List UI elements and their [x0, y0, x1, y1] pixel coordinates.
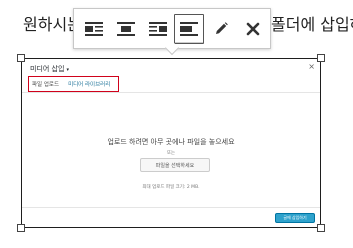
drop-instructions: 업로드 하려면 아무 곳에나 파일을 놓으세요 — [107, 138, 235, 146]
resize-handle-top-right[interactable] — [317, 54, 325, 62]
modal-tabs-highlight: 파일 업로드 미디어 라이브러리 — [28, 76, 119, 92]
editor-canvas: 원하시는 폴더에 삽입하 — [0, 0, 353, 248]
modal-footer-divider — [22, 207, 320, 208]
modal-title: 미디어 삽입 ▾ — [30, 64, 69, 74]
edit-button[interactable] — [206, 14, 236, 44]
selected-image-block[interactable]: 미디어 삽입 ▾ × 파일 업로드 미디어 라이브러리 업로드 하려면 아무 곳에… — [21, 58, 321, 228]
chevron-down-icon: ▾ — [66, 67, 69, 73]
insert-into-post-button: 글에 삽입하기 — [275, 213, 315, 223]
close-icon — [246, 22, 260, 35]
resize-handle-bottom-left[interactable] — [17, 224, 25, 232]
paragraph-text-right: 폴더에 삽입하 — [271, 15, 353, 34]
align-left-icon — [84, 21, 103, 36]
max-upload-size: 최대 업로드 파일 크기: 2 MB. — [142, 185, 200, 190]
modal-close-icon: × — [308, 62, 315, 71]
align-center-icon — [116, 21, 135, 36]
tab-upload-files: 파일 업로드 — [32, 82, 60, 88]
align-right-icon — [148, 21, 167, 36]
align-right-button[interactable] — [143, 14, 173, 44]
align-center-button[interactable] — [111, 14, 141, 44]
resize-handle-top-left[interactable] — [17, 54, 25, 62]
drop-or-text: 또는 — [166, 151, 176, 156]
tab-media-library: 미디어 라이브러리 — [68, 82, 111, 88]
remove-button[interactable] — [238, 14, 268, 44]
select-files-button: 파일을 선택하세요 — [140, 158, 210, 172]
align-left-button[interactable] — [79, 14, 109, 44]
resize-handle-bottom-right[interactable] — [317, 224, 325, 232]
modal-header-divider — [22, 92, 320, 93]
pencil-icon — [216, 21, 229, 34]
align-none-button[interactable] — [174, 13, 205, 44]
align-none-icon — [180, 21, 199, 36]
modal-title-text: 미디어 삽입 — [30, 65, 65, 73]
